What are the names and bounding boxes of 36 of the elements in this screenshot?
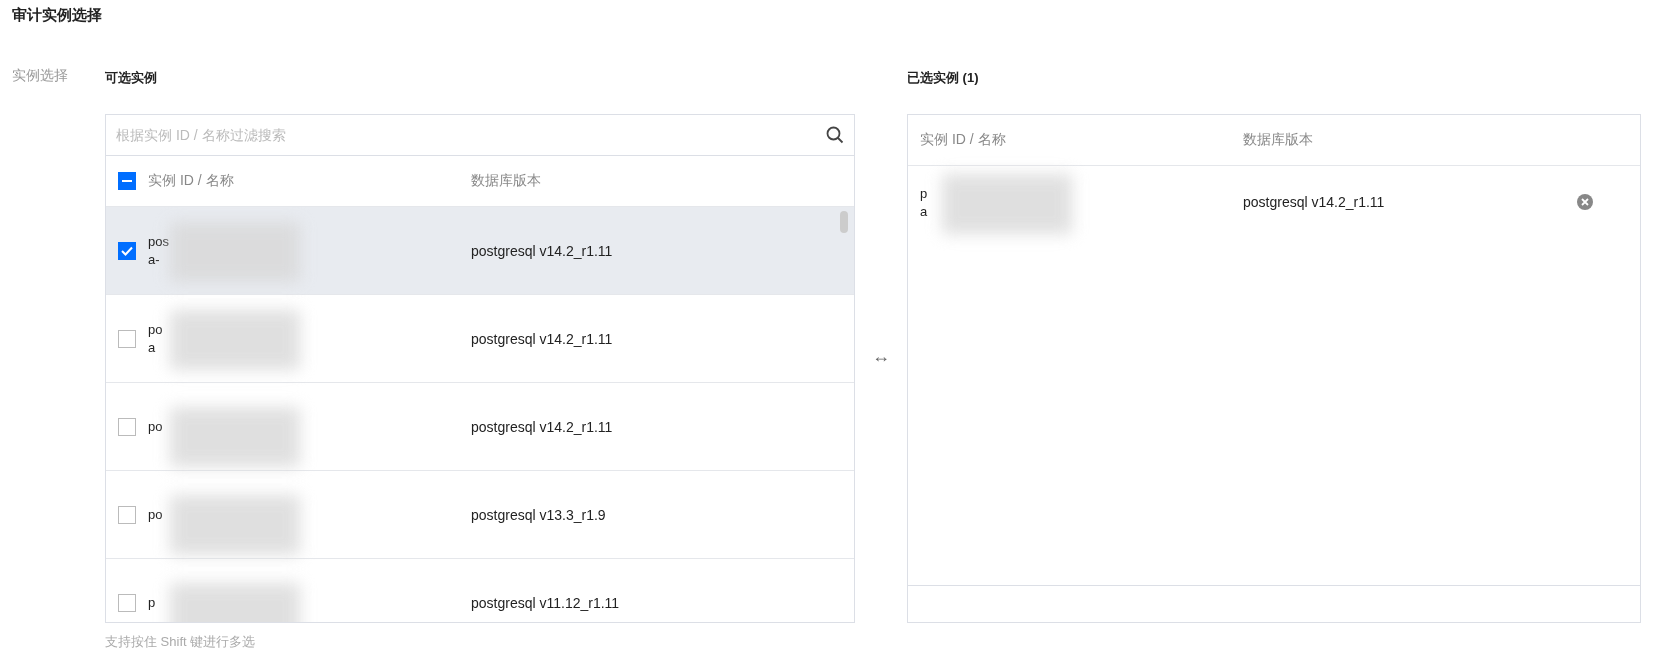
column-header: 数据库版本: [1243, 131, 1314, 149]
row-checkbox[interactable]: [118, 241, 136, 260]
swap-icon: ↔: [872, 345, 890, 367]
row-checkbox[interactable]: [118, 417, 136, 436]
version-text: postgresql v13.3_r1.9: [471, 506, 606, 523]
page-title: 审计实例选择: [12, 6, 103, 25]
panel-title: 已选实例 (1): [907, 69, 980, 87]
column-header: 数据库版本: [471, 172, 541, 190]
version-text: postgresql v14.2_r1.11: [1243, 194, 1386, 210]
remove-icon[interactable]: [1577, 194, 1593, 210]
column-header: 实例 ID / 名称: [920, 131, 1007, 149]
hint-text: 支持按住 Shift 键进行多选: [105, 633, 257, 651]
panel-title: 可选实例: [105, 69, 158, 87]
row-checkbox[interactable]: [118, 329, 136, 348]
version-text: postgresql v14.2_r1.11: [471, 418, 613, 435]
search-field[interactable]: 根据实例 ID / 名称过滤搜索: [116, 127, 826, 143]
scrollbar[interactable]: [840, 211, 848, 233]
instance-id: a-: [148, 252, 160, 267]
row-checkbox[interactable]: [118, 593, 136, 612]
instance-id: po: [148, 322, 163, 337]
select-all-checkbox[interactable]: [118, 172, 136, 190]
instance-row[interactable]: pos a- postgresql v14.2_r1.11: [106, 207, 854, 295]
instance-id: po: [148, 507, 163, 522]
instance-id: po: [148, 419, 163, 434]
field-label: 实例选择: [12, 66, 69, 85]
instance-id: p: [920, 185, 928, 201]
row-checkbox[interactable]: [118, 505, 136, 524]
instance-id: a: [148, 340, 156, 355]
search-icon[interactable]: [826, 126, 844, 144]
version-text: postgresql v14.2_r1.11: [471, 242, 613, 259]
instance-id: p: [148, 595, 156, 610]
instance-id: a: [920, 203, 928, 219]
version-text: postgresql v11.12_r1.11: [471, 594, 620, 611]
version-text: postgresql v14.2_r1.11: [471, 330, 613, 347]
column-header: 实例 ID / 名称: [148, 172, 235, 190]
instance-id: pos: [148, 234, 169, 249]
